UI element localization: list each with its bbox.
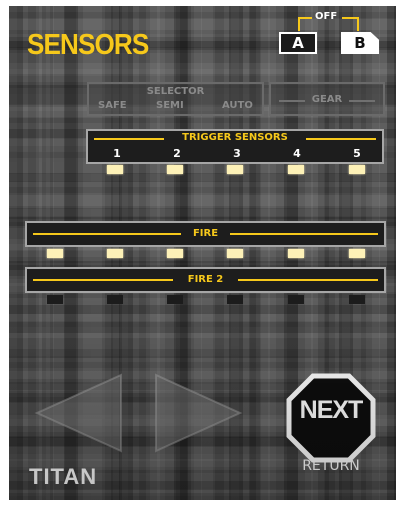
- selector-option-semi[interactable]: SEMI: [156, 100, 184, 111]
- trigger-sensor-number-3: 3: [233, 147, 241, 160]
- fire-2-led-6: [349, 295, 365, 304]
- trigger-sensors-panel: TRIGGER SENSORS 1 2 3 4 5: [86, 129, 384, 164]
- selector-title: SELECTOR: [146, 86, 205, 97]
- fire-2-led-3: [167, 295, 183, 304]
- fire-led-4: [227, 249, 243, 258]
- off-bracket-left-drop: [298, 17, 300, 31]
- trigger-led-3: [227, 165, 243, 174]
- trigger-led-5: [349, 165, 365, 174]
- trigger-sensor-number-4: 4: [293, 147, 301, 160]
- mode-a-button[interactable]: A: [279, 32, 317, 54]
- fire-line-right: [230, 233, 378, 235]
- fire-2-led-1: [47, 295, 63, 304]
- right-triangle-icon[interactable]: [152, 371, 244, 455]
- fire-led-3: [167, 249, 183, 258]
- gear-line-right: [349, 100, 375, 102]
- trigger-led-2: [167, 165, 183, 174]
- off-label: OFF: [315, 11, 338, 22]
- sensors-screen: SENSORS OFF A B SELECTOR SAFE SEMI AUTO …: [9, 6, 396, 500]
- trigger-led-4: [288, 165, 304, 174]
- return-button[interactable]: RETURN: [286, 458, 376, 474]
- fire-led-5: [288, 249, 304, 258]
- gear-panel[interactable]: GEAR: [269, 82, 385, 116]
- trigger-sensor-number-1: 1: [113, 147, 121, 160]
- next-button-label: NEXT: [299, 396, 364, 424]
- trigger-sensor-number-2: 2: [173, 147, 181, 160]
- fire-2-led-5: [288, 295, 304, 304]
- selector-option-safe[interactable]: SAFE: [98, 100, 127, 111]
- off-bracket-right-drop: [357, 17, 359, 31]
- fire-2-led-4: [227, 295, 243, 304]
- selector-panel[interactable]: SELECTOR SAFE SEMI AUTO: [87, 82, 264, 116]
- fire-2-line-right: [238, 279, 378, 281]
- fire-2-panel: FIRE 2: [25, 267, 386, 293]
- fire-panel: FIRE: [25, 221, 386, 247]
- fire-led-2: [107, 249, 123, 258]
- fire-led-1: [47, 249, 63, 258]
- left-triangle-icon[interactable]: [33, 371, 125, 455]
- brand-logo: TITAN: [29, 464, 98, 489]
- selector-option-auto[interactable]: AUTO: [222, 100, 253, 111]
- trigger-line-right: [306, 138, 376, 140]
- fire-led-6: [349, 249, 365, 258]
- page-title: SENSORS: [27, 29, 149, 61]
- fire-2-led-2: [107, 295, 123, 304]
- off-bracket-left: [298, 17, 312, 19]
- mode-b-button[interactable]: B: [341, 32, 379, 54]
- trigger-led-1: [107, 165, 123, 174]
- trigger-sensor-number-5: 5: [353, 147, 361, 160]
